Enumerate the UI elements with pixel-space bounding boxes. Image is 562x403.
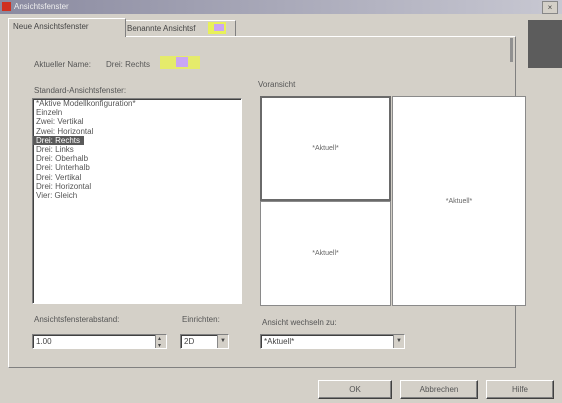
spacing-spinner[interactable] <box>155 333 166 353</box>
change-view-select[interactable]: *Aktuell* ▼ <box>260 334 405 349</box>
list-item[interactable]: *Aktive Modellkonfiguration* <box>33 99 241 108</box>
tab-strip: Neue Ansichtsfenster Benannte Ansichtsf <box>8 18 514 37</box>
tab-named-viewports-label: Benannte Ansichtsf <box>127 24 196 33</box>
preview-viewport-right[interactable]: *Aktuell* <box>392 96 526 306</box>
preview-viewport-top-left[interactable]: *Aktuell* <box>260 96 391 201</box>
spacing-value: 1.00 <box>36 337 52 346</box>
ok-button[interactable]: OK <box>318 380 392 399</box>
list-item[interactable]: Drei: Links <box>33 145 241 154</box>
app-icon <box>2 2 11 11</box>
current-name-value: Drei: Rechts <box>106 60 151 69</box>
title-bar: Ansichtsfenster × <box>0 0 562 14</box>
list-item[interactable]: Zwei: Horizontal <box>33 127 241 136</box>
help-button[interactable]: Hilfe <box>486 380 554 399</box>
close-button[interactable]: × <box>542 1 558 14</box>
tab-new-viewports[interactable]: Neue Ansichtsfenster <box>8 18 126 37</box>
list-item[interactable]: Vier: Gleich <box>33 191 241 200</box>
change-view-label: Ansicht wechseln zu: <box>262 318 337 327</box>
tab-new-viewports-label: Neue Ansichtsfenster <box>13 22 89 31</box>
standard-views-label: Standard-Ansichtsfenster: <box>34 86 127 95</box>
setup-select[interactable]: 2D ▼ <box>180 334 229 349</box>
viewport-label: *Aktuell* <box>312 145 339 152</box>
list-item[interactable]: Einzeln <box>33 108 241 117</box>
highlight-mark <box>214 24 224 31</box>
preview-viewport-bottom-left[interactable]: *Aktuell* <box>260 201 391 306</box>
current-name-label: Aktueller Name: <box>34 60 91 69</box>
highlight-mark <box>176 57 188 67</box>
list-item[interactable]: Drei: Rechts <box>33 135 84 145</box>
preview-label: Voransicht <box>258 80 296 89</box>
viewports-dialog: Ansichtsfenster × Neue Ansichtsfenster B… <box>0 0 562 403</box>
setup-label: Einrichten: <box>182 315 220 324</box>
standard-views-items: *Aktive Modellkonfiguration* Einzeln Zwei:… <box>33 99 241 200</box>
list-item[interactable]: Drei: Oberhalb <box>33 154 241 163</box>
spacing-input[interactable]: 1.00 <box>32 333 167 353</box>
list-item[interactable]: Drei: Horizontal <box>33 182 241 191</box>
window-title: Ansichtsfenster <box>14 2 69 11</box>
chevron-down-icon[interactable]: ▼ <box>393 335 404 348</box>
scroll-stub <box>510 38 513 62</box>
viewport-label: *Aktuell* <box>312 250 339 257</box>
cancel-button[interactable]: Abbrechen <box>400 380 478 399</box>
chevron-down-icon[interactable]: ▼ <box>217 335 228 348</box>
viewport-label: *Aktuell* <box>445 197 473 205</box>
list-item[interactable]: Zwei: Vertikal <box>33 117 241 126</box>
setup-value: 2D <box>184 337 195 346</box>
background-strip <box>528 20 562 68</box>
list-item[interactable]: Drei: Unterhalb <box>33 163 241 172</box>
list-item[interactable]: Drei: Vertikal <box>33 173 241 182</box>
preview-area: *Aktuell* *Aktuell* *Aktuell* <box>258 96 526 306</box>
standard-views-list[interactable]: *Aktive Modellkonfiguration* Einzeln Zwei:… <box>32 98 242 304</box>
spacing-label: Ansichtsfensterabstand: <box>34 315 120 324</box>
change-view-value: *Aktuell* <box>264 337 295 346</box>
